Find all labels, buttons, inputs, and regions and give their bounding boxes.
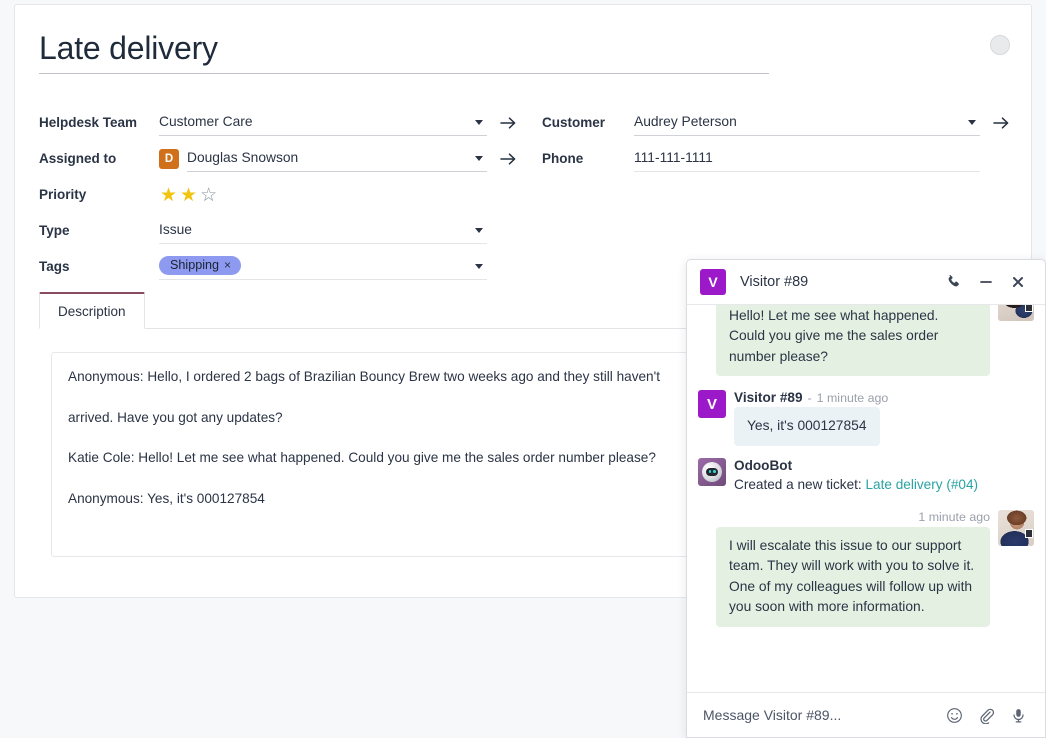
tag-chip-label: Shipping	[170, 259, 219, 272]
field-label-tags: Tags	[39, 260, 159, 274]
attachment-icon[interactable]	[973, 702, 999, 728]
message-tracking-text: Created a new ticket: Late delivery (#04…	[734, 475, 1034, 494]
chevron-down-icon[interactable]	[475, 264, 483, 269]
tab-description[interactable]: Description	[39, 292, 145, 329]
message-bubble: I will escalate this issue to our suppor…	[716, 527, 990, 627]
tracking-prefix: Created a new ticket:	[734, 477, 865, 492]
message-bubble: Hello! Let me see what happened. Could y…	[716, 305, 990, 376]
assigned-to-value: Douglas Snowson	[187, 151, 475, 165]
message-author: OdooBot	[734, 458, 792, 473]
avatar	[998, 305, 1034, 321]
chevron-down-icon[interactable]	[968, 120, 976, 125]
tag-list: Shipping ×	[159, 255, 475, 278]
field-priority: Priority ★ ★ ☆	[39, 177, 519, 213]
message-operator-2: 1 minute ago I will escalate this issue …	[698, 510, 1034, 627]
internal-link-helpdesk-team[interactable]	[497, 116, 519, 130]
status-badge	[1025, 305, 1033, 312]
helpdesk-team-value: Customer Care	[159, 115, 475, 129]
star-empty-icon[interactable]: ☆	[200, 186, 217, 205]
field-helpdesk-team: Helpdesk Team Customer Care	[39, 105, 519, 141]
field-customer: Customer Audrey Peterson	[542, 105, 1012, 141]
avatar: V	[698, 390, 726, 418]
tag-remove-icon[interactable]: ×	[224, 259, 231, 271]
livechat-title: Visitor #89	[740, 274, 935, 290]
message-visitor-1: V Visitor #89 - 1 minute ago Yes, it's 0…	[698, 390, 1034, 445]
tags-input[interactable]: Shipping ×	[159, 255, 487, 280]
field-tags: Tags Shipping ×	[39, 249, 519, 285]
star-filled-icon[interactable]: ★	[180, 186, 197, 205]
minimize-icon[interactable]	[973, 269, 999, 295]
field-column-left: Helpdesk Team Customer Care Assigned to …	[39, 105, 519, 285]
field-type: Type Issue	[39, 213, 519, 249]
odoobot-avatar	[698, 458, 726, 486]
avatar: D	[159, 149, 179, 169]
kanban-state-indicator[interactable]	[990, 35, 1010, 55]
message-timestamp-sep: -	[808, 391, 812, 405]
phone-input[interactable]: 111-111-1111	[634, 147, 980, 172]
chevron-down-icon[interactable]	[475, 156, 483, 161]
operator-photo	[998, 510, 1034, 546]
message-operator-1: Hello! Let me see what happened. Could y…	[698, 305, 1034, 376]
voice-message-icon[interactable]	[1005, 702, 1031, 728]
assigned-to-input[interactable]: Douglas Snowson	[187, 147, 487, 172]
type-value: Issue	[159, 223, 475, 237]
livechat-window: V Visitor #89 Hello! Let me see what hap…	[686, 259, 1046, 738]
message-input[interactable]	[703, 707, 935, 723]
field-column-right: Customer Audrey Peterson Phone 111-111-1…	[542, 105, 1012, 177]
message-bubble: Yes, it's 000127854	[734, 407, 880, 445]
livechat-message-list[interactable]: Hello! Let me see what happened. Could y…	[687, 305, 1045, 692]
message-timestamp: 1 minute ago	[918, 510, 990, 524]
field-label-assigned-to: Assigned to	[39, 152, 159, 166]
title-underline	[39, 73, 769, 74]
helpdesk-team-input[interactable]: Customer Care	[159, 111, 487, 136]
field-label-type: Type	[39, 224, 159, 238]
internal-link-customer[interactable]	[990, 116, 1012, 130]
avatar	[998, 510, 1034, 546]
customer-input[interactable]: Audrey Peterson	[634, 111, 980, 136]
tag-chip-shipping[interactable]: Shipping ×	[159, 256, 241, 276]
record-title-wrap: Late delivery	[39, 29, 769, 74]
field-label-helpdesk-team: Helpdesk Team	[39, 116, 159, 130]
visitor-avatar: V	[700, 269, 726, 295]
chevron-down-icon[interactable]	[475, 120, 483, 125]
call-icon[interactable]	[941, 269, 967, 295]
livechat-composer	[687, 692, 1045, 737]
status-badge	[1025, 529, 1033, 538]
field-phone: Phone 111-111-1111	[542, 141, 1012, 177]
page-title[interactable]: Late delivery	[39, 29, 769, 73]
chevron-down-icon[interactable]	[475, 228, 483, 233]
emoji-icon[interactable]	[941, 702, 967, 728]
field-label-phone: Phone	[542, 152, 634, 166]
ticket-link[interactable]: Late delivery (#04)	[865, 477, 978, 492]
field-assigned-to: Assigned to D Douglas Snowson	[39, 141, 519, 177]
phone-value: 111-111-1111	[634, 151, 980, 165]
star-filled-icon[interactable]: ★	[160, 186, 177, 205]
priority-stars[interactable]: ★ ★ ☆	[159, 186, 217, 205]
field-label-priority: Priority	[39, 188, 159, 202]
close-icon[interactable]	[1005, 269, 1031, 295]
field-label-customer: Customer	[542, 116, 634, 130]
message-odoobot: OdooBot Created a new ticket: Late deliv…	[698, 458, 1034, 494]
livechat-header[interactable]: V Visitor #89	[687, 260, 1045, 305]
internal-link-assigned-to[interactable]	[497, 152, 519, 166]
operator-photo	[998, 305, 1034, 321]
message-timestamp: 1 minute ago	[817, 391, 889, 405]
message-author: Visitor #89	[734, 390, 803, 405]
customer-value: Audrey Peterson	[634, 115, 968, 129]
type-select[interactable]: Issue	[159, 219, 487, 244]
